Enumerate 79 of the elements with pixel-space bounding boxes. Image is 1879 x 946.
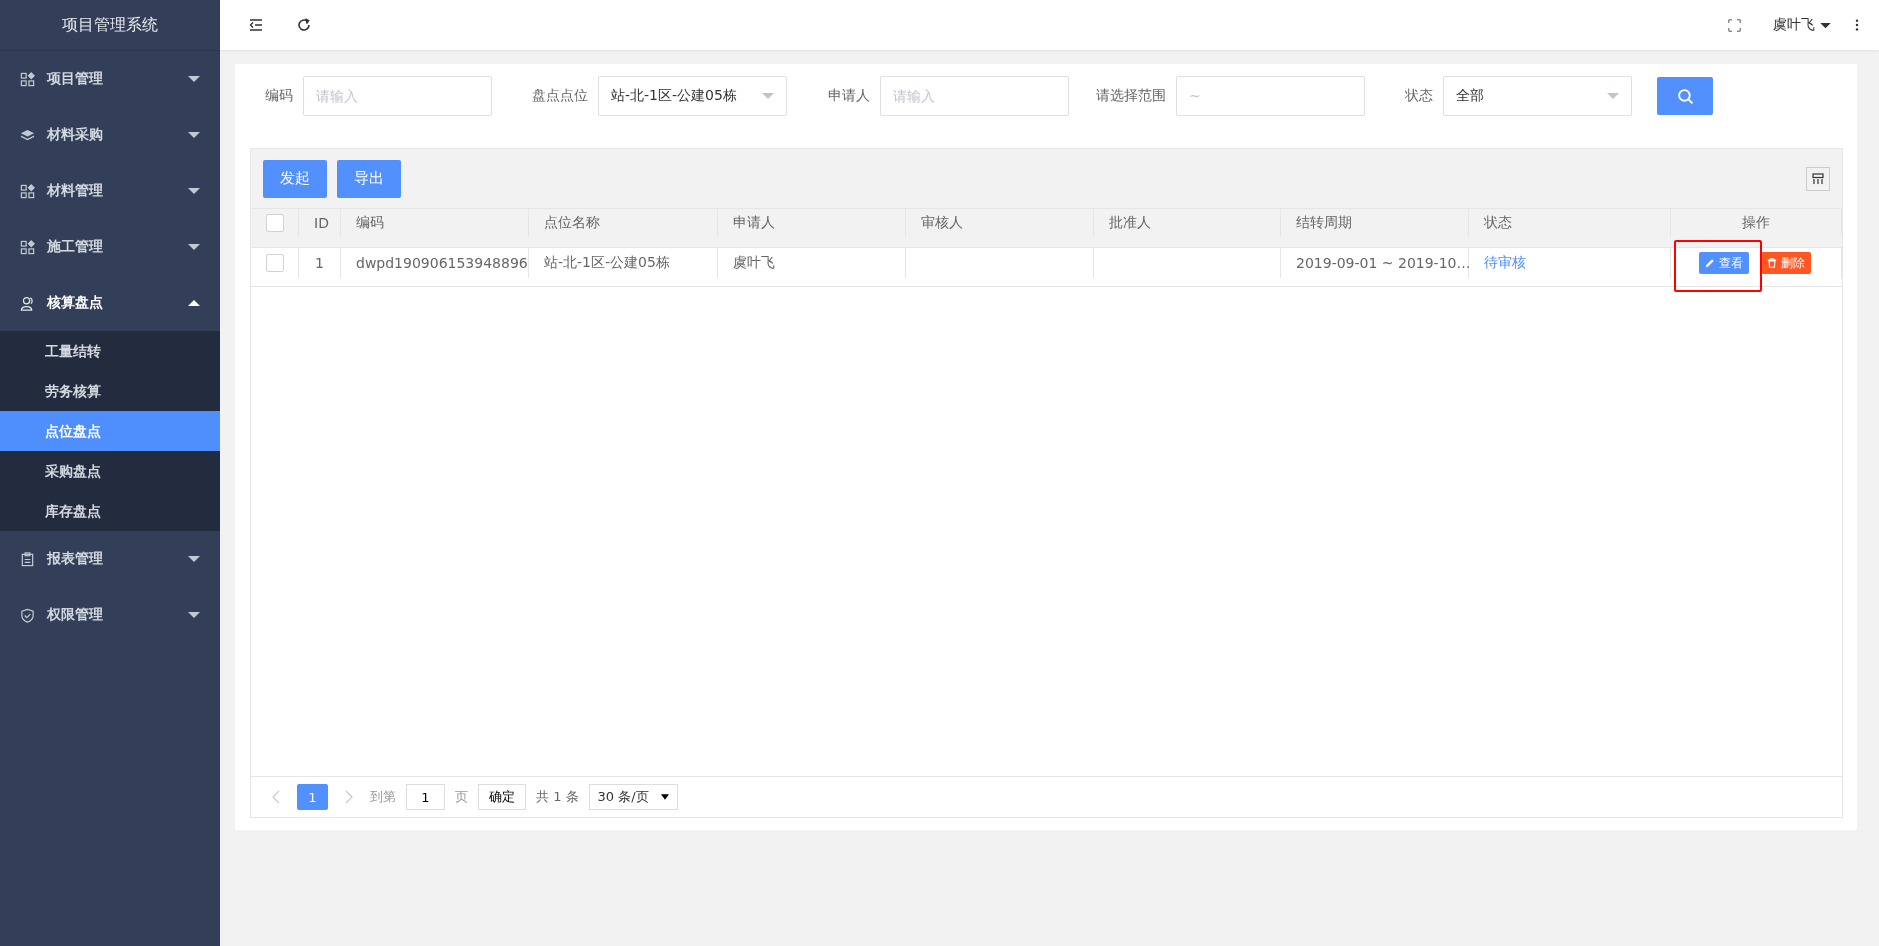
- column-header: 编码: [341, 209, 529, 237]
- column-header: 状态: [1469, 209, 1671, 237]
- menu-label: 权限管理: [47, 606, 104, 624]
- filter-label: 编码: [265, 87, 293, 105]
- menu-item[interactable]: 项目管理: [0, 51, 220, 107]
- caret-icon: [188, 131, 200, 139]
- filter-label: 申请人: [828, 87, 870, 105]
- menu-item[interactable]: 施工管理: [0, 219, 220, 275]
- submenu-item[interactable]: 采购盘点: [0, 451, 220, 491]
- column-header: ID: [299, 209, 341, 237]
- select-field[interactable]: 站-北-1区-公建05栋: [598, 76, 787, 116]
- submenu-item[interactable]: 劳务核算: [0, 371, 220, 411]
- menu-item[interactable]: 权限管理: [0, 587, 220, 643]
- total-count: 共 1 条: [536, 788, 579, 806]
- page-unit-label: 页: [455, 788, 468, 806]
- grid-icon: [20, 239, 35, 255]
- input-field[interactable]: ~: [1176, 76, 1365, 116]
- caret-icon: [188, 75, 200, 83]
- caret-icon: [660, 794, 669, 800]
- pencil-icon: [1705, 258, 1715, 268]
- columns-icon: [1812, 172, 1824, 185]
- caret-icon: [188, 611, 200, 619]
- table-cell: 2019-09-01 ~ 2019-10…: [1296, 255, 1471, 271]
- menu-label: 施工管理: [47, 238, 104, 256]
- caret-icon: [188, 243, 200, 251]
- page-size-select[interactable]: 30 条/页: [588, 784, 678, 810]
- checkbox[interactable]: [265, 254, 284, 272]
- columns-button[interactable]: [1806, 166, 1830, 191]
- layers-icon: [20, 127, 35, 143]
- page-input[interactable]: 1: [406, 784, 445, 810]
- caret-icon: [1607, 92, 1619, 100]
- column-header: 审核人: [906, 209, 1094, 237]
- column-header: 结转周期: [1281, 209, 1469, 237]
- search-icon: [1676, 87, 1694, 105]
- submenu-item[interactable]: 工量结转: [0, 331, 220, 371]
- input-field[interactable]: 请输入: [880, 76, 1069, 116]
- user-icon: [20, 295, 35, 311]
- fullscreen-icon[interactable]: [1728, 18, 1741, 32]
- column-header: 申请人: [718, 209, 906, 237]
- goto-label: 到第: [370, 788, 396, 806]
- checkbox[interactable]: [265, 214, 284, 232]
- table-cell: 站-北-1区-公建05栋: [544, 254, 670, 272]
- select-field[interactable]: 全部: [1443, 76, 1632, 116]
- column-header: 批准人: [1094, 209, 1281, 237]
- clipboard-icon: [20, 551, 35, 567]
- caret-icon: [188, 187, 200, 195]
- menu-label: 核算盘点: [47, 294, 104, 312]
- caret-icon: [188, 555, 200, 563]
- menu-item[interactable]: 核算盘点: [0, 275, 220, 331]
- menu-item[interactable]: 材料采购: [0, 107, 220, 163]
- menu-label: 项目管理: [47, 70, 104, 88]
- menu-label: 报表管理: [47, 550, 104, 568]
- table-cell: 1: [315, 255, 324, 271]
- filter-label: 盘点点位: [532, 87, 588, 105]
- menu-icon[interactable]: [248, 17, 264, 33]
- table-cell: dwpd190906153948896: [356, 255, 528, 271]
- trash-icon: [1767, 258, 1777, 268]
- menu-item[interactable]: 报表管理: [0, 531, 220, 587]
- shield-icon: [20, 607, 35, 623]
- grid-icon: [20, 183, 35, 199]
- user-menu[interactable]: 虞叶飞: [1773, 16, 1831, 34]
- caret-icon: [188, 299, 200, 307]
- caret-icon: [762, 92, 774, 100]
- menu-label: 材料采购: [47, 126, 104, 144]
- column-header: 操作: [1671, 209, 1842, 237]
- table-cell: 虞叶飞: [733, 254, 775, 272]
- search-button[interactable]: [1657, 77, 1713, 115]
- filter-label: 请选择范围: [1096, 87, 1166, 105]
- caret-icon: [1820, 21, 1831, 29]
- grid-icon: [20, 71, 35, 87]
- column-header: 点位名称: [529, 209, 718, 237]
- menu-label: 材料管理: [47, 182, 104, 200]
- filter-label: 状态: [1405, 87, 1433, 105]
- confirm-button[interactable]: 确定: [478, 784, 526, 810]
- refresh-icon[interactable]: [296, 17, 312, 33]
- submenu-item[interactable]: 库存盘点: [0, 491, 220, 531]
- menu-item[interactable]: 材料管理: [0, 163, 220, 219]
- more-icon[interactable]: [1855, 18, 1859, 32]
- input-field[interactable]: 请输入: [303, 76, 492, 116]
